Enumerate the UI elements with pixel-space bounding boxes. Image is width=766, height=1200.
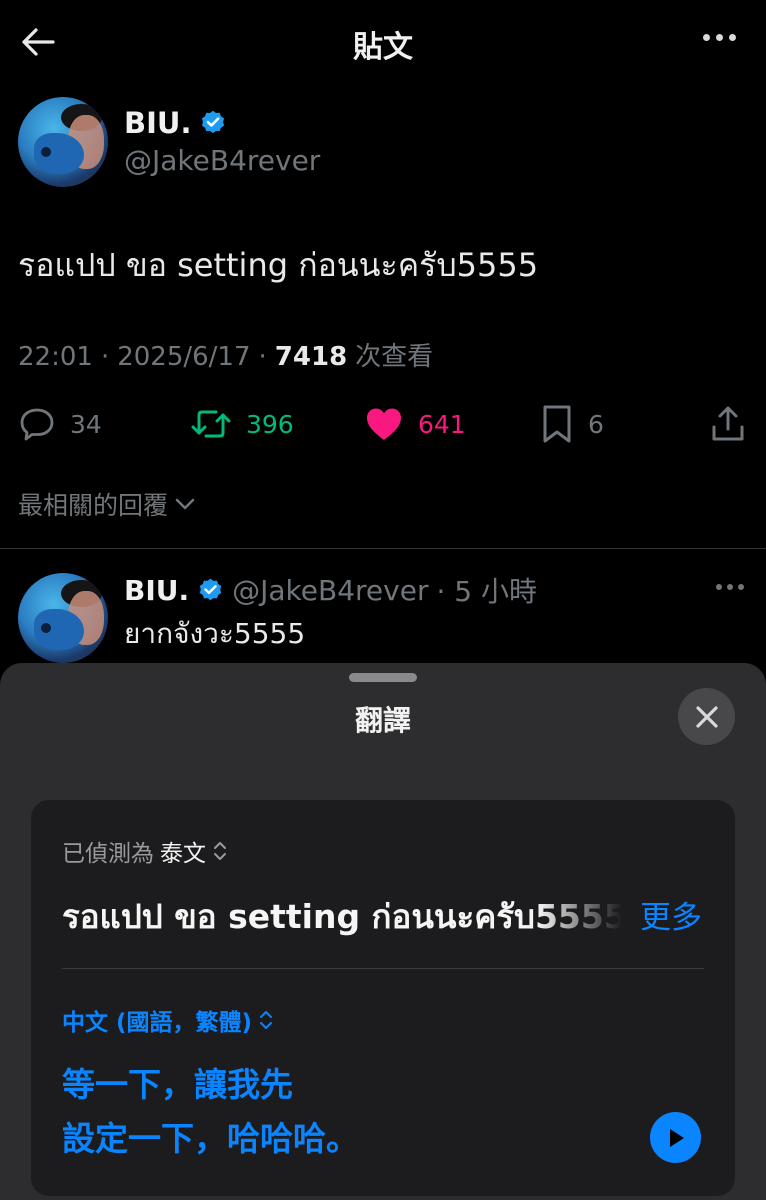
speech-bubble-icon [20,408,54,441]
heart-icon [367,408,401,440]
author-display-name[interactable]: BIU. [124,106,191,140]
bookmark-count: 6 [588,409,604,439]
post-actions: 34 396 641 6 [0,398,766,450]
reply-header: BIU. @JakeB4rever · 5 小時 [124,570,537,610]
ellipsis-dot [727,584,733,590]
like-count: 641 [418,409,466,439]
reply-age: · 5 小時 [436,575,537,608]
bookmark-icon [543,405,571,443]
translated-line: 設定一下，哈哈哈。 [62,1119,359,1158]
reply-count: 34 [70,409,102,439]
source-text-container: รอแปป ขอ setting ก่อนนะครับ5555 [62,890,622,936]
avatar[interactable] [18,97,108,187]
ellipsis-dot [729,34,736,41]
more-button[interactable]: 更多 [640,892,702,937]
post-date[interactable]: 2025/6/17 [117,342,250,372]
retweet-button[interactable]: 396 [190,398,294,450]
target-language: 中文 (國語，繁體) [62,1010,253,1036]
chevron-down-icon [175,498,195,510]
close-button[interactable] [678,688,735,745]
reply-text: ยากจังวะ5555 [124,617,306,650]
verified-badge-icon [202,110,225,134]
source-text: รอแปป ขอ setting ก่อนนะครับ5555 [62,897,622,936]
post-detail-screen: 貼文 BIU. @JakeB4rever รอแปป ขอ setting ก่… [0,0,766,1200]
chevron-up-down-icon [214,842,226,860]
ellipsis-dot [716,34,723,41]
page-title: 貼文 [353,30,413,65]
reply-author-name[interactable]: BIU. [124,574,189,607]
post-meta: 22:01 · 2025/6/17 · 7418 次查看 [18,336,433,373]
ellipsis-icon [703,34,710,41]
meta-separator: · [100,342,110,372]
view-count-label: 次查看 [355,342,434,372]
reply-button[interactable]: 34 [18,398,102,450]
sheet-title: 翻譯 [354,704,411,737]
play-audio-button[interactable] [650,1112,701,1163]
ellipsis-icon [716,584,722,590]
retweet-icon [191,410,231,438]
author-handle[interactable]: @JakeB4rever [124,144,320,177]
share-icon [712,406,744,441]
view-count[interactable]: 7418 [275,342,347,372]
translation-card: 已偵測為 泰文 รอแปป ขอ setting ก่อนนะครับ5555 … [31,800,735,1196]
replies-sort-label: 最相關的回覆 [18,491,169,520]
close-icon [695,705,718,728]
verified-badge-icon [199,578,222,600]
reply-avatar[interactable] [18,573,108,663]
reply-author-handle[interactable]: @JakeB4rever [232,574,428,607]
more-options-button[interactable] [703,34,736,41]
post-time[interactable]: 22:01 [18,342,93,372]
source-language-selector[interactable]: 已偵測為 泰文 [62,834,228,868]
share-button[interactable] [710,398,746,450]
divider [62,968,704,969]
like-button[interactable]: 641 [364,398,466,450]
retweet-count: 396 [246,409,294,439]
translated-text: 等一下，讓我先 設定一下，哈哈哈。 [62,1058,622,1166]
meta-separator: · [258,342,267,372]
translation-sheet: 翻譯 已偵測為 泰文 รอแปป ขอ setting ก่อนนะครับ55… [0,663,766,1200]
replies-sort-dropdown[interactable]: 最相關的回覆 [18,486,196,522]
top-bar: 貼文 [0,0,766,84]
post-text: รอแปป ขอ setting ก่อนนะครับ5555 [18,246,539,284]
ellipsis-dot [738,584,744,590]
target-language-selector[interactable]: 中文 (國語，繁體) [62,1003,274,1037]
sheet-grabber[interactable] [349,673,417,682]
chevron-up-down-icon [260,1011,273,1029]
divider [0,548,766,549]
detected-label: 已偵測為 [62,841,154,867]
reply-more-button[interactable] [716,584,744,590]
translated-line: 等一下，讓我先 [62,1065,293,1104]
play-icon [669,1128,684,1147]
source-language: 泰文 [160,841,206,867]
bookmark-button[interactable]: 6 [540,398,604,450]
author-name-row[interactable]: BIU. [124,106,227,140]
